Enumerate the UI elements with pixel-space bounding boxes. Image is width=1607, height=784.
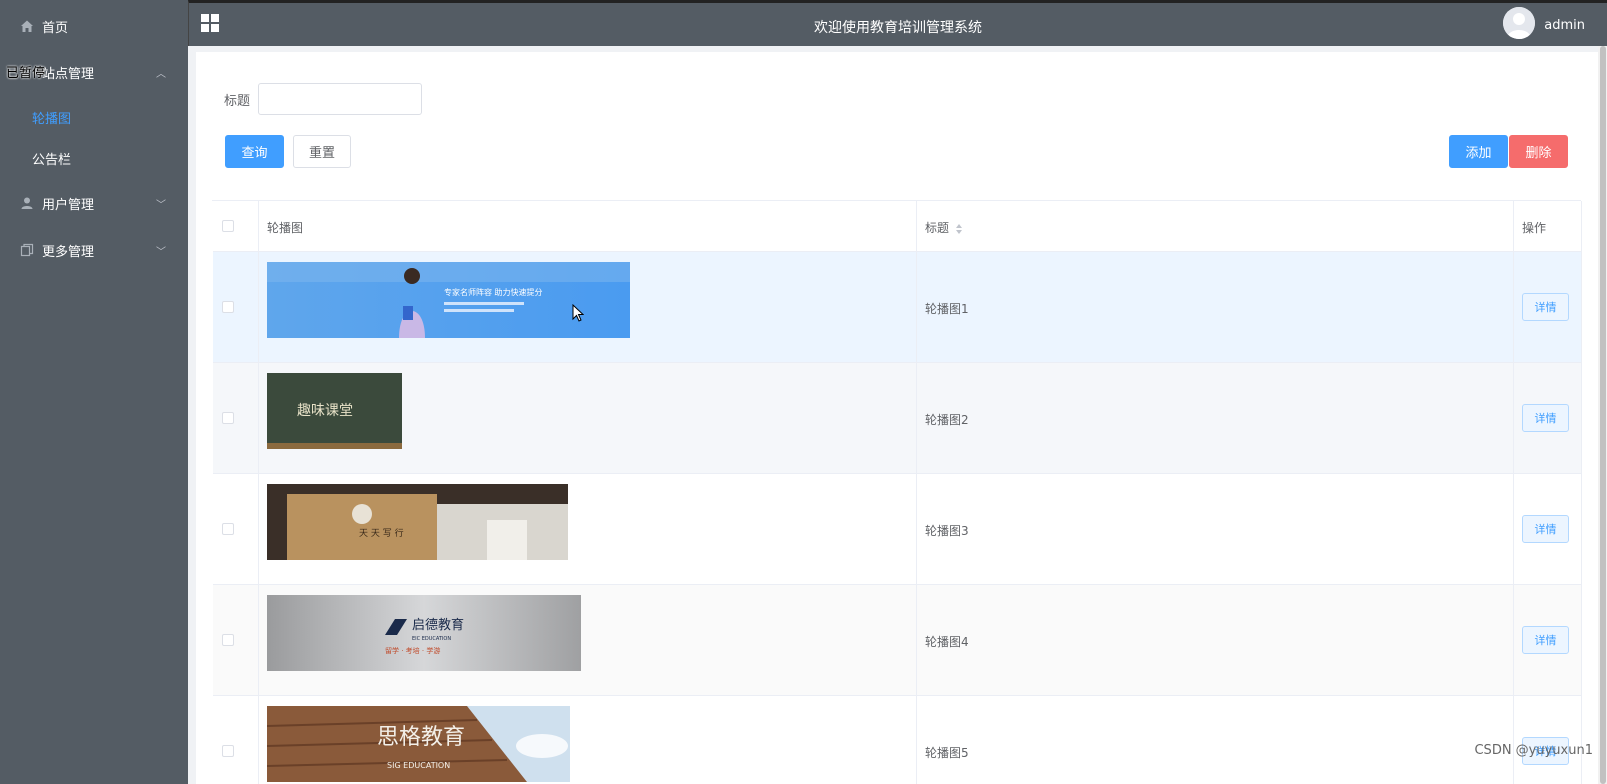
table-row[interactable]: 启德教育 EIC EDUCATION 留学 · 考培 · 学游 轮播图4 详情: [213, 585, 1582, 696]
thumbnail-tagline: 留学 · 考培 · 学游: [385, 646, 440, 655]
page-title: 欢迎使用教育培训管理系统: [814, 20, 982, 36]
row-title-cell: 轮播图2: [917, 363, 1514, 473]
row-actions-cell: 详情: [1514, 696, 1582, 784]
sidebar-item-label: 首页: [42, 20, 69, 36]
table-row[interactable]: 思格教育 SIG EDUCATION 轮播图5 详情: [213, 696, 1582, 784]
detail-button[interactable]: 详情: [1522, 626, 1569, 654]
row-title: 轮播图5: [925, 746, 969, 760]
sidebar-item-label: 轮播图: [32, 111, 72, 127]
row-title-cell: 轮播图3: [917, 474, 1514, 584]
row-checkbox[interactable]: [222, 301, 234, 313]
row-title: 轮播图1: [925, 302, 969, 316]
row-select-cell: [213, 363, 259, 473]
row-checkbox[interactable]: [222, 523, 234, 535]
row-image-cell: 天 天 写 行: [259, 474, 917, 584]
carousel-table: 轮播图 标题 操作 专家名师阵容 助力快速提分 轮播图1 详情 趣味课堂 轮播图…: [212, 200, 1582, 784]
table-row[interactable]: 专家名师阵容 助力快速提分 轮播图1 详情: [213, 252, 1582, 363]
chevron-down-icon: ﹀: [156, 199, 166, 211]
sidebar-item-label: 用户管理: [42, 197, 95, 213]
chevron-down-icon: ﹀: [156, 246, 166, 258]
query-button[interactable]: 查询: [225, 135, 284, 168]
header-title-cell[interactable]: 标题: [917, 201, 1514, 251]
header-actions-cell: 操作: [1514, 201, 1582, 251]
column-header-title-label: 标题: [925, 221, 950, 235]
sidebar-item-home[interactable]: 首页: [0, 4, 188, 48]
thumbnail-text: 思格教育: [377, 725, 465, 750]
row-actions-cell: 详情: [1514, 252, 1582, 362]
detail-button[interactable]: 详情: [1522, 515, 1569, 543]
carousel-thumbnail: 思格教育 SIG EDUCATION: [267, 706, 570, 782]
avatar[interactable]: [1503, 7, 1535, 39]
scrollbar-thumb[interactable]: [1600, 46, 1606, 784]
row-select-cell: [213, 696, 259, 784]
detail-button[interactable]: 详情: [1522, 404, 1569, 432]
row-title: 轮播图2: [925, 413, 969, 427]
user-icon: [20, 196, 34, 210]
carousel-thumbnail: 启德教育 EIC EDUCATION 留学 · 考培 · 学游: [267, 595, 581, 671]
watermark: CSDN @yuyuxun1: [1474, 743, 1593, 758]
sidebar: 首页 站点管理 ︿ 已暂停 轮播图 公告栏 用户管理 ﹀ 更多管理 ﹀: [0, 0, 188, 784]
row-actions-cell: 详情: [1514, 585, 1582, 695]
thumbnail-subtext: SIG EDUCATION: [387, 761, 450, 770]
row-checkbox[interactable]: [222, 745, 234, 757]
header-select-cell: [213, 201, 259, 251]
header-image-cell: 轮播图: [259, 201, 917, 251]
sidebar-item-label: 站点管理: [42, 66, 95, 82]
table-row[interactable]: 天 天 写 行 轮播图3 详情: [213, 474, 1582, 585]
thumbnail-text: 启德教育: [412, 617, 464, 633]
row-image-cell: 专家名师阵容 助力快速提分: [259, 252, 917, 362]
row-actions-cell: 详情: [1514, 474, 1582, 584]
row-select-cell: [213, 474, 259, 584]
sidebar-item-label: 更多管理: [42, 244, 95, 260]
detail-button[interactable]: 详情: [1522, 293, 1569, 321]
row-title-cell: 轮播图5: [917, 696, 1514, 784]
column-header-image: 轮播图: [267, 221, 304, 235]
title-filter-input[interactable]: [258, 83, 422, 115]
mouse-cursor-icon: [572, 303, 585, 326]
title-filter-label: 标题: [224, 94, 251, 109]
column-header-actions: 操作: [1522, 221, 1547, 235]
home-icon: [20, 19, 34, 33]
thumbnail-text: 天 天 写 行: [359, 527, 404, 539]
thumbnail-text: 趣味课堂: [297, 403, 353, 419]
row-select-cell: [213, 585, 259, 695]
copy-icon: [20, 243, 34, 257]
table-row[interactable]: 趣味课堂 轮播图2 详情: [213, 363, 1582, 474]
column-header-title: 标题: [925, 219, 963, 236]
carousel-thumbnail: 专家名师阵容 助力快速提分: [267, 262, 630, 338]
reset-button[interactable]: 重置: [293, 135, 351, 168]
chevron-up-icon: ︿: [156, 68, 166, 80]
row-title: 轮播图3: [925, 524, 969, 538]
row-image-cell: 趣味课堂: [259, 363, 917, 473]
delete-button[interactable]: 删除: [1509, 135, 1568, 168]
paused-overlay-label: 已暂停: [6, 66, 46, 81]
sidebar-item-label: 公告栏: [32, 152, 72, 168]
thumbnail-subtext: EIC EDUCATION: [412, 636, 451, 642]
sidebar-item-more-mgmt[interactable]: 更多管理 ﹀: [0, 228, 188, 272]
thumbnail-text: 专家名师阵容 助力快速提分: [444, 287, 543, 297]
top-bar: 欢迎使用教育培训管理系统 admin: [188, 0, 1607, 46]
row-title-cell: 轮播图1: [917, 252, 1514, 362]
sidebar-item-notice[interactable]: 公告栏: [0, 137, 188, 179]
row-image-cell: 思格教育 SIG EDUCATION: [259, 696, 917, 784]
row-checkbox[interactable]: [222, 412, 234, 424]
add-button[interactable]: 添加: [1449, 135, 1508, 168]
select-all-checkbox[interactable]: [222, 220, 234, 232]
sort-icon[interactable]: [955, 223, 963, 235]
sidebar-item-user-mgmt[interactable]: 用户管理 ﹀: [0, 181, 188, 225]
row-image-cell: 启德教育 EIC EDUCATION 留学 · 考培 · 学游: [259, 585, 917, 695]
carousel-thumbnail: 趣味课堂: [267, 373, 402, 449]
row-checkbox[interactable]: [222, 634, 234, 646]
row-actions-cell: 详情: [1514, 363, 1582, 473]
row-select-cell: [213, 252, 259, 362]
row-title: 轮播图4: [925, 635, 969, 649]
row-title-cell: 轮播图4: [917, 585, 1514, 695]
table-header: 轮播图 标题 操作: [213, 201, 1582, 252]
carousel-thumbnail: 天 天 写 行: [267, 484, 568, 560]
sidebar-item-carousel[interactable]: 轮播图: [0, 96, 188, 138]
username[interactable]: admin: [1544, 18, 1585, 33]
